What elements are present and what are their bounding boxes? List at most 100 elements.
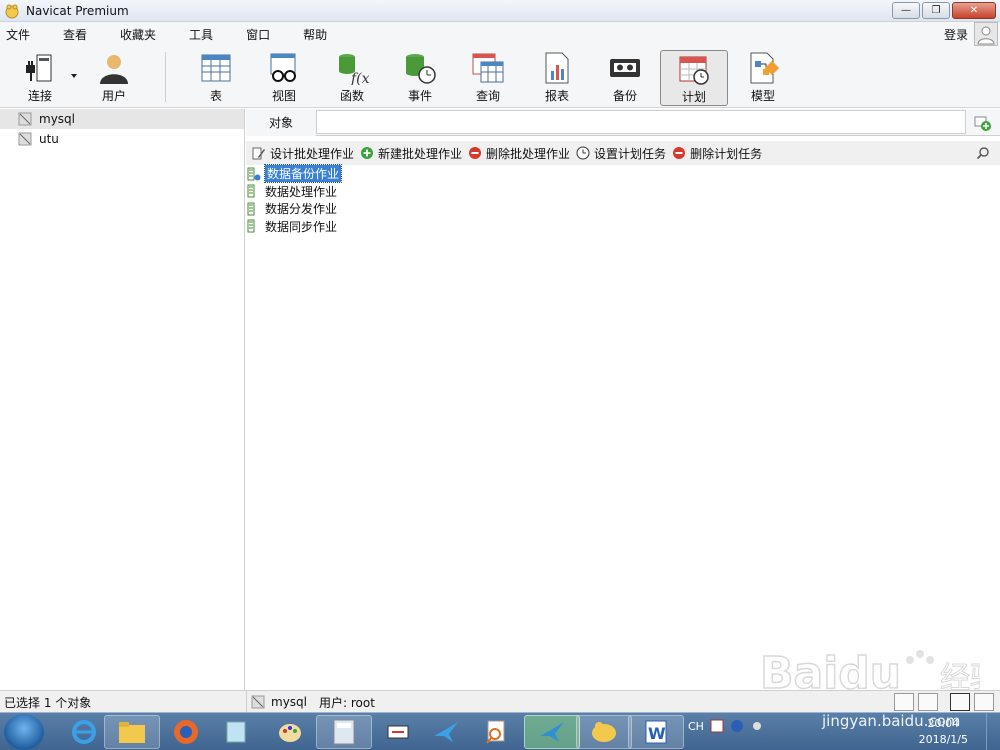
menu-favorites[interactable]: 收藏夹 [114, 26, 167, 43]
set-schedule-task-button[interactable]: 设置计划任务 [576, 145, 666, 162]
add-green-icon [361, 147, 374, 159]
connection-item-utu[interactable]: utu [0, 129, 244, 149]
taskbar-feiq-button[interactable] [418, 715, 474, 749]
navicat-logo-icon [5, 4, 19, 18]
backup-tape-icon [610, 59, 640, 77]
input-language-indicator[interactable]: CH [688, 720, 704, 733]
taskbar-navicat-app-button[interactable] [524, 715, 580, 749]
taskbar-explorer-button[interactable] [104, 715, 160, 749]
delete-batch-job-button[interactable]: 删除批处理作业 [468, 145, 570, 162]
ime-icon[interactable] [710, 719, 724, 733]
taskbar-word-button[interactable]: W [628, 715, 684, 749]
list-item[interactable]: 数据同步作业 [246, 218, 1000, 236]
menu-tools[interactable]: 工具 [183, 26, 224, 43]
toolbar-backup-button[interactable]: 备份 [595, 50, 655, 106]
start-button[interactable] [4, 714, 44, 750]
toolbar-function-label: 函数 [339, 89, 364, 103]
new-batch-job-button[interactable]: 新建批处理作业 [360, 145, 462, 162]
taskbar-firefox-button[interactable] [158, 715, 214, 749]
snipping-tool-icon [387, 725, 409, 739]
calendar-icon [679, 56, 709, 85]
connect-dropdown-arrow-icon[interactable] [71, 74, 77, 78]
status-user: 用户: root [319, 695, 375, 710]
toolbar-model-button[interactable]: 模型 [733, 50, 793, 106]
toolbar-event-button[interactable]: 事件 [390, 50, 450, 106]
connection-label: mysql [39, 112, 75, 126]
list-item[interactable]: 数据分发作业 [246, 200, 1000, 218]
help-icon[interactable] [730, 719, 744, 733]
user-avatar[interactable] [974, 22, 998, 46]
menu-bar: 文件 查看 收藏夹 工具 窗口 帮助 登录 [0, 22, 1000, 46]
remove-red-icon [469, 147, 482, 159]
batch-job-icon [247, 202, 255, 216]
list-item[interactable]: 数据备份作业 [246, 164, 1000, 184]
delete-schedule-task-button[interactable]: 删除计划任务 [672, 145, 762, 162]
close-button[interactable]: ✕ [952, 2, 996, 19]
taskbar-search-app-button[interactable] [468, 715, 524, 749]
toolbar-view-label: 视图 [271, 89, 296, 103]
settings-small-icon[interactable] [750, 719, 764, 733]
notebook-icon [226, 721, 246, 743]
login-link[interactable]: 登录 [944, 26, 968, 43]
design-batch-job-button[interactable]: 设计批处理作业 [252, 145, 354, 162]
tab-strip [316, 110, 966, 134]
model-icon [750, 52, 779, 84]
connection-status: mysql 用户: root [246, 691, 375, 713]
taskbar-paint-button[interactable] [262, 715, 318, 749]
bird-icon [434, 722, 458, 742]
object-action-bar: 设计批处理作业 新建批处理作业 删除批处理作业 设置计划任务 删除计划任务 [246, 141, 1000, 165]
connection-label: utu [39, 132, 59, 146]
design-pencil-icon [252, 147, 265, 160]
new-batch-job-label: 新建批处理作业 [378, 146, 463, 161]
connection-item-mysql[interactable]: mysql [0, 109, 244, 129]
toolbar-schedule-label: 计划 [681, 90, 706, 104]
toolbar-query-button[interactable]: 查询 [458, 50, 518, 106]
design-batch-job-label: 设计批处理作业 [270, 146, 355, 161]
toolbar-report-button[interactable]: 报表 [527, 50, 587, 106]
navicat-logo-icon [592, 722, 616, 742]
menu-help[interactable]: 帮助 [297, 26, 338, 43]
tab-objects[interactable]: 对象 [246, 109, 316, 136]
list-item-label: 数据处理作业 [265, 184, 338, 199]
clock-icon [576, 146, 590, 160]
object-tab-bar: 对象 [246, 109, 1000, 136]
toolbar-function-button[interactable]: f(x) 函数 [322, 50, 382, 106]
set-schedule-task-label: 设置计划任务 [594, 146, 667, 161]
list-item-label: 数据分发作业 [265, 202, 338, 217]
clock-date: 2018/1/5 [918, 733, 968, 746]
taskbar-calculator-button[interactable] [316, 715, 372, 749]
toolbar-table-button[interactable]: 表 [186, 50, 246, 106]
plug-icon [26, 54, 52, 82]
list-item-label: 数据备份作业 [263, 164, 343, 184]
toolbar-schedule-button[interactable]: 计划 [660, 50, 728, 106]
search-icon[interactable] [976, 146, 990, 160]
toolbar-user-button[interactable]: 用户 [84, 50, 144, 106]
menu-view[interactable]: 查看 [57, 26, 98, 43]
toolbar-view-button[interactable]: 视图 [254, 50, 314, 106]
toolbar-connect-label: 连接 [27, 89, 52, 103]
taskbar-navicat-button[interactable] [576, 715, 632, 749]
show-desktop-button[interactable] [986, 713, 1000, 750]
menu-file[interactable]: 文件 [0, 26, 41, 43]
user-icon [100, 55, 128, 84]
new-tab-icon[interactable] [974, 114, 992, 132]
bird-icon [540, 722, 564, 742]
menu-window[interactable]: 窗口 [240, 26, 281, 43]
ie-icon [72, 720, 96, 744]
paint-palette-icon [279, 724, 301, 742]
minimize-button[interactable]: — [892, 2, 920, 19]
table-icon [201, 54, 231, 82]
magnifier-icon [486, 720, 505, 744]
user-silhouette-icon [977, 26, 995, 45]
toolbar-table-label: 表 [209, 89, 222, 103]
remove-red-icon [673, 147, 686, 159]
restore-button[interactable]: ❐ [922, 2, 950, 19]
selection-status: 已选择 1 个对象 [4, 696, 92, 710]
toolbar-connect-button[interactable]: 连接 [10, 50, 70, 106]
svg-text:f(x): f(x) [350, 71, 369, 85]
main-toolbar: 连接 用户 表 视图 f(x) 函数 事件 [0, 46, 1000, 108]
query-icon [472, 53, 504, 83]
taskbar-notebook-button[interactable] [208, 715, 264, 749]
batch-job-icon [247, 219, 255, 233]
list-item[interactable]: 数据处理作业 [246, 183, 1000, 201]
